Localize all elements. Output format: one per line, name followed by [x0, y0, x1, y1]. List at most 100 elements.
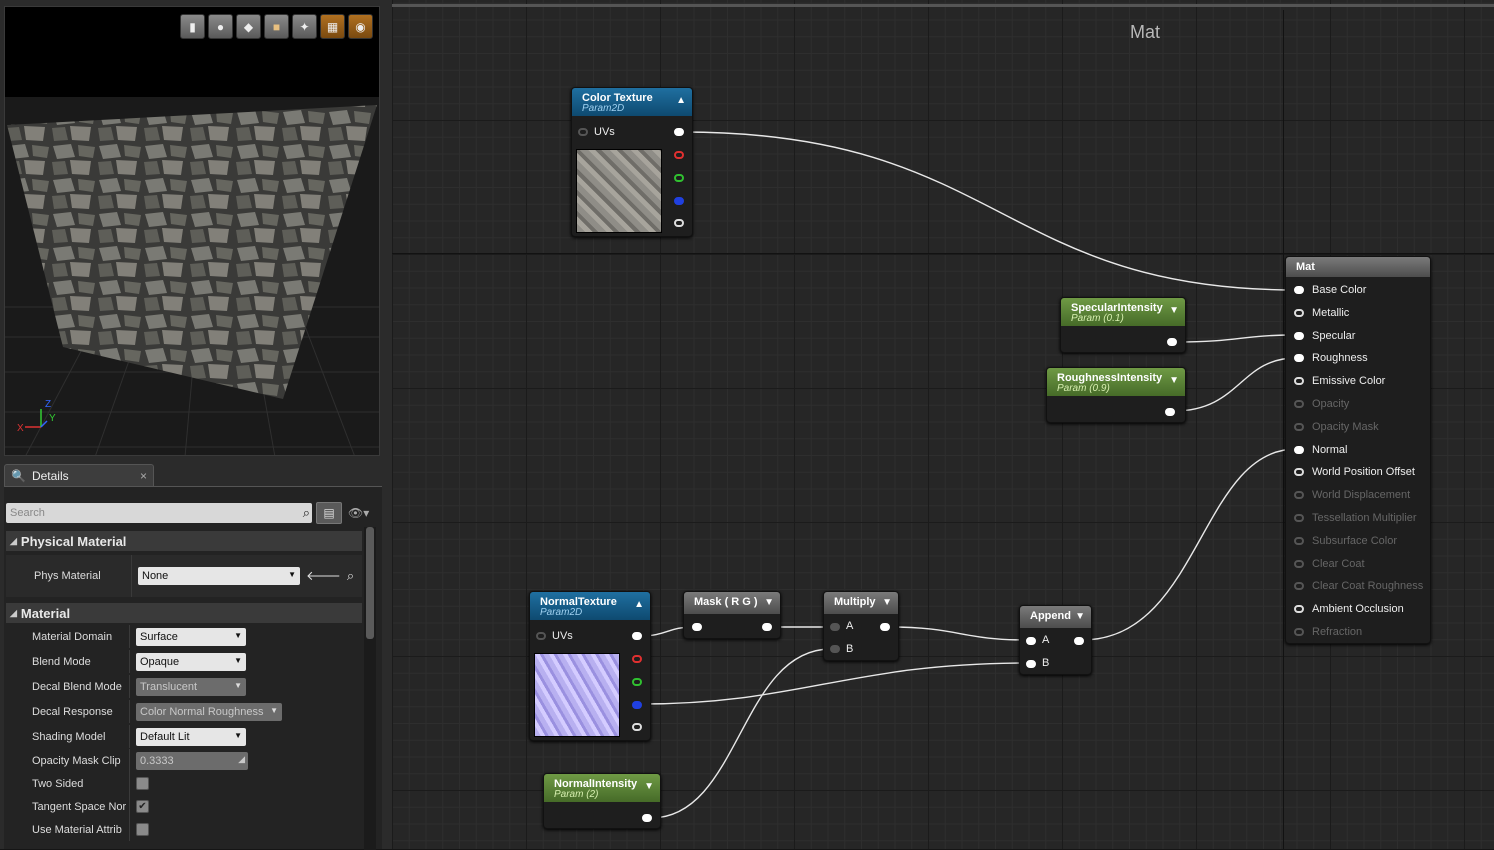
pin-input[interactable]	[1294, 514, 1304, 522]
section-material[interactable]: ◢ Material	[6, 603, 362, 623]
material-preview-viewport[interactable]: ▮ ● ◆ ■ ✦ ▦ ◉ X Z Y	[4, 6, 380, 456]
pin-a-input[interactable]	[1026, 637, 1036, 645]
pin-input[interactable]	[692, 623, 702, 631]
node-roughness-intensity[interactable]: RoughnessIntensity Param (0.9) ▼	[1046, 367, 1186, 423]
blend-mode-dropdown[interactable]: Opaque ▼	[136, 652, 246, 671]
pin-input[interactable]	[1294, 422, 1304, 431]
details-scrollbar[interactable]	[366, 527, 374, 639]
node-normal-intensity[interactable]: NormalIntensity Param (2) ▼	[543, 773, 661, 829]
collapse-arrow-icon[interactable]: ▲	[676, 95, 686, 106]
sphere-icon[interactable]: ●	[208, 14, 233, 39]
pin-rgb-output[interactable]	[674, 128, 684, 136]
decal-blend-mode-dropdown[interactable]: Translucent ▼	[136, 677, 246, 696]
axis-y-label: Y	[49, 413, 56, 424]
view-options-icon[interactable]: 👁▾	[346, 506, 369, 520]
node-color-texture[interactable]: Color Texture Param2D ▲ UVs	[571, 87, 693, 237]
pin-input[interactable]	[1294, 491, 1304, 500]
pin-input[interactable]	[1294, 331, 1304, 340]
pin-input[interactable]	[1294, 377, 1304, 386]
preview-floor-grid	[5, 105, 379, 455]
use-material-attributes-checkbox[interactable]	[136, 823, 149, 836]
pin-output[interactable]	[1165, 408, 1175, 416]
pin-uvs-input[interactable]	[578, 128, 588, 136]
collapse-arrow-icon[interactable]: ▼	[882, 597, 892, 608]
cube-icon[interactable]: ■	[264, 14, 289, 39]
node-mask-rg[interactable]: Mask ( R G ) ▼	[683, 591, 781, 639]
pin-input[interactable]	[1294, 286, 1304, 294]
graph-major-gridline	[1283, 10, 1284, 849]
two-sided-checkbox[interactable]	[136, 777, 149, 790]
pin-uvs-input[interactable]	[536, 632, 546, 640]
material-domain-dropdown[interactable]: Surface ▼	[136, 627, 246, 646]
pin-input[interactable]	[1294, 559, 1304, 568]
node-specular-intensity[interactable]: SpecularIntensity Param (0.1) ▼	[1060, 297, 1186, 353]
pin-input[interactable]	[1294, 445, 1304, 454]
node-multiply[interactable]: Multiply ▼ A B	[823, 591, 899, 661]
tab-details[interactable]: 🔍 Details ×	[4, 464, 154, 486]
pin-input[interactable]	[1294, 308, 1304, 317]
pin-a-output[interactable]	[632, 723, 642, 731]
pin-a-input[interactable]	[830, 623, 840, 631]
two-sided-row: Two Sided	[6, 772, 362, 795]
phys-material-dropdown[interactable]: None ▼	[138, 567, 300, 585]
opacity-mask-clip-input[interactable]: 0.3333 ◢	[136, 751, 248, 770]
pin-input[interactable]	[1294, 400, 1304, 408]
search-input[interactable]: Search ⌕	[6, 503, 312, 523]
pin-rgb-output[interactable]	[632, 632, 642, 640]
pin-input[interactable]	[1294, 628, 1304, 636]
node-header: NormalIntensity Param (2) ▼	[544, 774, 660, 802]
search-placeholder: Search	[10, 507, 45, 519]
material-input-label: Opacity Mask	[1312, 420, 1379, 433]
tangent-space-normal-checkbox[interactable]: ✔	[136, 800, 149, 813]
pin-b-output[interactable]	[674, 197, 684, 205]
collapse-arrow-icon[interactable]: ▼	[1169, 375, 1179, 386]
pin-b-input[interactable]	[830, 645, 840, 653]
pin-input[interactable]	[1294, 354, 1304, 363]
collapse-arrow-icon[interactable]: ▼	[764, 597, 774, 608]
pin-output[interactable]	[762, 623, 772, 631]
plane-icon[interactable]: ◆	[236, 14, 261, 39]
material-input-label: Refraction	[1312, 626, 1363, 638]
collapse-arrow-icon[interactable]: ▼	[1169, 305, 1179, 316]
chevron-down-icon: ▼	[234, 630, 242, 640]
pin-g-output[interactable]	[674, 174, 684, 182]
pin-output[interactable]	[642, 814, 652, 822]
close-icon[interactable]: ×	[140, 469, 147, 483]
pin-input[interactable]	[1294, 582, 1304, 591]
grid-icon[interactable]: ▦	[320, 14, 345, 39]
property-matrix-icon[interactable]: ▤	[316, 502, 342, 524]
collapse-arrow-icon[interactable]: ▼	[1075, 611, 1085, 622]
browse-search-icon[interactable]: ⌕	[347, 568, 354, 584]
use-selected-arrow-icon[interactable]: 🡐	[306, 568, 341, 584]
material-domain-label: Material Domain	[6, 625, 130, 648]
pin-output[interactable]	[1167, 338, 1177, 346]
pin-input[interactable]	[1294, 605, 1304, 614]
node-append[interactable]: Append ▼ A B	[1019, 605, 1092, 675]
cylinder-icon[interactable]: ▮	[180, 14, 205, 39]
collapse-arrow-icon[interactable]: ▲	[634, 599, 644, 610]
resize-corner-icon: ◢	[238, 753, 245, 764]
node-header: Append ▼	[1020, 606, 1091, 628]
decal-response-dropdown[interactable]: Color Normal Roughness ▼	[136, 702, 282, 721]
pin-output[interactable]	[1074, 637, 1084, 645]
pin-a-output[interactable]	[674, 219, 684, 227]
shading-model-dropdown[interactable]: Default Lit ▼	[136, 727, 246, 746]
pin-b-output[interactable]	[632, 701, 642, 709]
collapse-arrow-icon[interactable]: ▼	[644, 781, 654, 792]
node-normal-texture[interactable]: NormalTexture Param2D ▲ UVs	[529, 591, 651, 741]
pin-label: A	[1042, 634, 1050, 646]
realtime-icon[interactable]: ◉	[348, 14, 373, 39]
pin-b-input[interactable]	[1026, 660, 1036, 668]
pin-output[interactable]	[880, 623, 890, 631]
material-input-label: Opacity	[1312, 398, 1350, 410]
section-physical-material[interactable]: ◢ Physical Material	[6, 531, 362, 551]
pin-r-output[interactable]	[674, 151, 684, 159]
pin-input[interactable]	[1294, 536, 1304, 545]
pin-input[interactable]	[1294, 468, 1304, 477]
custom-mesh-icon[interactable]: ✦	[292, 14, 317, 39]
decal-blend-mode-label: Decal Blend Mode	[6, 675, 130, 698]
pin-r-output[interactable]	[632, 655, 642, 663]
node-material-result[interactable]: Mat Base Color Metallic Specular Roughness E…	[1285, 256, 1431, 644]
graph-title: Mat	[1130, 22, 1161, 42]
pin-g-output[interactable]	[632, 678, 642, 686]
